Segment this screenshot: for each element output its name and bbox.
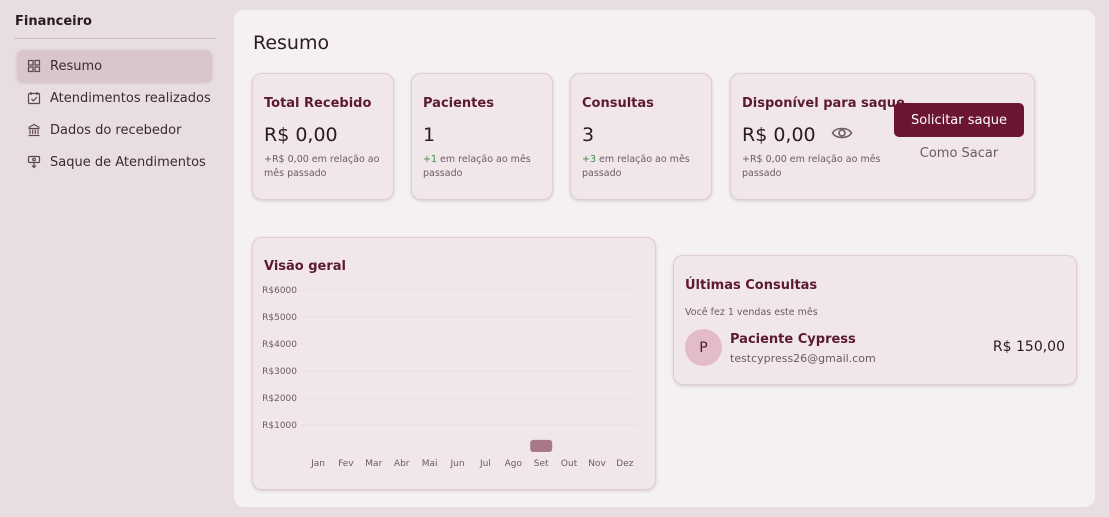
card-title: Total Recebido xyxy=(264,96,372,111)
avatar: P xyxy=(685,329,722,366)
x-tick-label: Ago xyxy=(505,459,523,469)
patient-name: Paciente Cypress xyxy=(730,332,856,347)
card-sub-text: em relação ao mês passado xyxy=(582,154,690,179)
card-total-recebido: Total Recebido R$ 0,00 +R$ 0,00 em relaç… xyxy=(252,73,394,200)
main-panel: Resumo Total Recebido R$ 0,00 +R$ 0,00 e… xyxy=(234,10,1095,507)
x-tick-label: Set xyxy=(534,459,549,469)
card-title: Consultas xyxy=(582,96,654,111)
sidebar-item-label: Atendimentos realizados xyxy=(50,90,211,106)
x-tick-label: Dez xyxy=(616,459,633,469)
bar-set[interactable] xyxy=(530,439,553,452)
x-tick-label: Nov xyxy=(588,459,606,469)
bank-icon xyxy=(27,123,41,137)
x-tick-label: Jun xyxy=(449,459,464,469)
y-tick-label: R$3000 xyxy=(262,367,297,377)
x-tick-label: Jul xyxy=(479,459,491,469)
patient-email: testcypress26@gmail.com xyxy=(730,352,876,365)
card-change: +3 xyxy=(582,154,597,165)
sidebar-item-label: Dados do recebedor xyxy=(50,122,182,138)
sidebar-item-resumo[interactable]: Resumo xyxy=(17,50,212,82)
overview-chart: R$6000 R$5000 R$4000 R$3000 R$2000 R$1000 Jan F… xyxy=(262,286,638,469)
sidebar: Financeiro Resumo Atendimentos realizado… xyxy=(0,0,226,517)
latest-title: Últimas Consultas xyxy=(685,278,818,293)
y-tick-label: R$6000 xyxy=(262,286,297,296)
x-tick-label: Fev xyxy=(338,459,354,469)
y-tick-label: R$2000 xyxy=(262,394,297,404)
latest-consultations-card: Últimas Consultas Você fez 1 vendas este… xyxy=(673,255,1077,385)
sidebar-item-atendimentos[interactable]: Atendimentos realizados xyxy=(17,82,212,114)
como-sacar-link[interactable]: Como Sacar xyxy=(894,146,1024,161)
sidebar-item-label: Saque de Atendimentos xyxy=(50,154,206,170)
card-sub: +R$ 0,00 em relação ao mês passado xyxy=(264,153,386,181)
sidebar-title: Financeiro xyxy=(15,14,92,29)
sidebar-item-dados-recebedor[interactable]: Dados do recebedor xyxy=(17,114,212,146)
card-disponivel-saque: Disponível para saque R$ 0,00 +R$ 0,00 e… xyxy=(730,73,1035,200)
sidebar-item-saque[interactable]: Saque de Atendimentos xyxy=(17,146,212,178)
card-value: R$ 0,00 xyxy=(742,124,816,146)
x-tick-label: Abr xyxy=(394,459,410,469)
card-value: 3 xyxy=(582,124,595,146)
grid-icon xyxy=(27,59,41,73)
solicitar-saque-button[interactable]: Solicitar saque xyxy=(894,103,1024,137)
card-sub: +R$ 0,00 em relação ao mês passado xyxy=(742,153,887,181)
calendar-check-icon xyxy=(27,91,41,105)
sidebar-item-label: Resumo xyxy=(50,58,103,74)
card-title: Pacientes xyxy=(423,96,494,111)
card-value: 1 xyxy=(423,124,436,146)
x-tick-label: Out xyxy=(561,459,578,469)
x-tick-label: Mai xyxy=(422,459,438,469)
card-sub: +3 em relação ao mês passado xyxy=(582,153,704,181)
card-change: +R$ 0,00 xyxy=(742,154,787,165)
card-sub: +1 em relação ao mês passado xyxy=(423,153,545,181)
sidebar-nav: Resumo Atendimentos realizados Dados do … xyxy=(17,50,212,178)
patient-amount: R$ 150,00 xyxy=(992,339,1065,355)
x-tick-label: Jan xyxy=(310,459,325,469)
withdraw-icon xyxy=(27,155,41,169)
overview-card: Visão geral R$6000 R$5000 R$4000 R$3000 R$20… xyxy=(252,237,656,490)
card-pacientes: Pacientes 1 +1 em relação ao mês passado xyxy=(411,73,553,200)
card-title: Disponível para saque xyxy=(742,96,905,111)
eye-icon[interactable] xyxy=(831,124,853,142)
card-consultas: Consultas 3 +3 em relação ao mês passado xyxy=(570,73,712,200)
card-change: +R$ 0,00 xyxy=(264,154,309,165)
latest-subtitle: Você fez 1 vendas este mês xyxy=(685,307,818,318)
y-tick-label: R$1000 xyxy=(262,421,297,431)
y-tick-label: R$5000 xyxy=(262,313,297,323)
y-tick-label: R$4000 xyxy=(262,340,297,350)
card-change: +1 xyxy=(423,154,438,165)
x-tick-label: Mar xyxy=(365,459,382,469)
card-sub-text: em relação ao mês passado xyxy=(423,154,531,179)
sidebar-divider xyxy=(14,38,216,39)
page-title: Resumo xyxy=(253,32,330,54)
card-value: R$ 0,00 xyxy=(264,124,338,146)
